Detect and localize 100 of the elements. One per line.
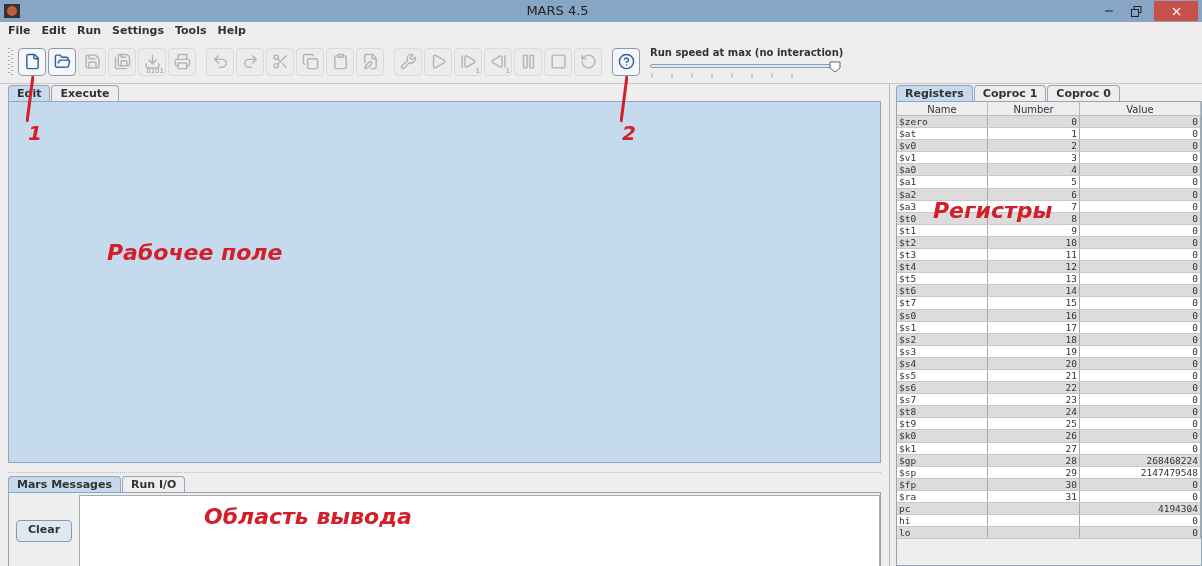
table-cell: 0 bbox=[1080, 224, 1201, 236]
window-title: MARS 4.5 bbox=[525, 2, 590, 21]
tab[interactable]: Run I/O bbox=[122, 476, 186, 492]
leader-line bbox=[620, 75, 628, 122]
table-cell: $v0 bbox=[897, 140, 988, 152]
table-cell: 0 bbox=[1080, 357, 1201, 369]
table-cell: 2147479548 bbox=[1080, 466, 1201, 478]
table-cell: $t8 bbox=[897, 406, 988, 418]
toolbar-button[interactable] bbox=[48, 47, 76, 76]
table-cell: 25 bbox=[988, 418, 1080, 430]
table-cell: $s4 bbox=[897, 357, 988, 369]
table-cell: hi bbox=[897, 515, 988, 527]
table-cell: $s0 bbox=[897, 309, 988, 321]
toolbar-button[interactable] bbox=[18, 47, 46, 76]
table-cell: 0 bbox=[1080, 490, 1201, 502]
tab[interactable]: Mars Messages bbox=[8, 476, 121, 492]
table-cell: 0 bbox=[1080, 164, 1201, 176]
tab[interactable]: Execute bbox=[51, 85, 119, 101]
table-cell: 30 bbox=[988, 478, 1080, 490]
table-cell: 17 bbox=[988, 321, 1080, 333]
table-cell: 3 bbox=[988, 152, 1080, 164]
printer-icon bbox=[173, 53, 191, 70]
save-icon bbox=[83, 53, 101, 70]
table-cell: $at bbox=[897, 128, 988, 140]
table-cell: 12 bbox=[988, 261, 1080, 273]
clipboard-icon bbox=[331, 53, 349, 70]
tab[interactable]: Coproc 0 bbox=[1047, 85, 1120, 101]
pencil-page-icon bbox=[361, 53, 379, 70]
table-cell: 0 bbox=[1080, 442, 1201, 454]
table-cell: 29 bbox=[988, 466, 1080, 478]
table-cell: 13 bbox=[988, 273, 1080, 285]
table-cell: $a2 bbox=[897, 188, 988, 200]
menu-item[interactable]: Edit bbox=[41, 22, 66, 40]
column-header[interactable]: Value bbox=[1080, 102, 1201, 115]
table-cell: 31 bbox=[988, 490, 1080, 502]
table-cell: 0 bbox=[1080, 200, 1201, 212]
table-cell: 0 bbox=[1080, 309, 1201, 321]
table-cell: pc bbox=[897, 503, 988, 515]
help-icon bbox=[617, 53, 635, 70]
table-cell: 28 bbox=[988, 454, 1080, 466]
table-cell: 0 bbox=[1080, 297, 1201, 309]
table-cell: $s7 bbox=[897, 394, 988, 406]
table-cell: $k1 bbox=[897, 442, 988, 454]
tab[interactable]: Coproc 1 bbox=[973, 85, 1047, 101]
menu-item[interactable]: Run bbox=[76, 22, 102, 40]
step-forward-icon bbox=[459, 53, 477, 70]
table-cell: 14 bbox=[988, 285, 1080, 297]
table-cell: 0 bbox=[1080, 285, 1201, 297]
menu-item[interactable]: Settings bbox=[112, 22, 164, 40]
table-cell: 20 bbox=[988, 357, 1080, 369]
annotation-label: Регистры bbox=[933, 198, 1053, 224]
table-cell: 0 bbox=[1080, 176, 1201, 188]
reset-icon bbox=[579, 53, 597, 70]
message-area[interactable]: Область вывода bbox=[79, 495, 880, 566]
table-cell: 0 bbox=[1080, 249, 1201, 261]
table-cell: 0 bbox=[1080, 369, 1201, 382]
table-cell: 2 bbox=[988, 140, 1080, 152]
save-icon bbox=[113, 53, 131, 70]
slider-thumb[interactable] bbox=[828, 60, 841, 73]
table-cell: $t6 bbox=[897, 285, 988, 297]
table-cell: 0 bbox=[1080, 515, 1201, 527]
table-cell: 11 bbox=[988, 249, 1080, 261]
table-cell: 4194304 bbox=[1080, 503, 1201, 515]
drag-handle-icon[interactable] bbox=[8, 47, 14, 76]
table-cell: 0 bbox=[1080, 212, 1201, 224]
annotation-label: Область вывода bbox=[204, 503, 412, 531]
close-button[interactable] bbox=[1154, 1, 1198, 21]
document-icon bbox=[23, 53, 41, 70]
table-cell: 0 bbox=[1080, 321, 1201, 333]
table-cell: $t2 bbox=[897, 236, 988, 249]
redo-icon bbox=[241, 53, 259, 70]
stop-icon bbox=[549, 53, 567, 70]
table-cell: $s2 bbox=[897, 333, 988, 345]
table-cell: 268468224 bbox=[1080, 454, 1201, 466]
column-header[interactable]: Name bbox=[897, 102, 988, 115]
table-cell: 0 bbox=[1080, 418, 1201, 430]
restore-icon[interactable] bbox=[1131, 5, 1142, 17]
table-cell: 22 bbox=[988, 382, 1080, 394]
table-cell: 9 bbox=[988, 224, 1080, 236]
menu-item[interactable]: File bbox=[8, 22, 31, 40]
scissors-icon bbox=[271, 53, 289, 70]
column-header[interactable]: Number bbox=[988, 102, 1080, 115]
table-cell: 0 bbox=[1080, 116, 1201, 128]
menu-item[interactable]: Tools bbox=[175, 22, 207, 40]
table-cell: 0 bbox=[1080, 236, 1201, 249]
table-cell: $s5 bbox=[897, 369, 988, 382]
menu-item[interactable]: Help bbox=[217, 22, 246, 40]
table-cell: 0 bbox=[1080, 188, 1201, 200]
table-cell: 6 bbox=[988, 188, 1080, 200]
clear-button[interactable]: Clear bbox=[16, 519, 72, 542]
tab[interactable]: Registers bbox=[896, 85, 973, 101]
table-cell: 0 bbox=[1080, 394, 1201, 406]
table-cell: 0 bbox=[1080, 527, 1201, 539]
app-icon bbox=[4, 4, 20, 18]
table-cell: $t3 bbox=[897, 249, 988, 261]
toolbar-button[interactable] bbox=[612, 47, 640, 76]
table-cell: lo bbox=[897, 527, 988, 539]
speed-label: Run speed at max (no interaction) bbox=[650, 45, 845, 60]
table-cell: 18 bbox=[988, 333, 1080, 345]
table-cell: $a0 bbox=[897, 164, 988, 176]
